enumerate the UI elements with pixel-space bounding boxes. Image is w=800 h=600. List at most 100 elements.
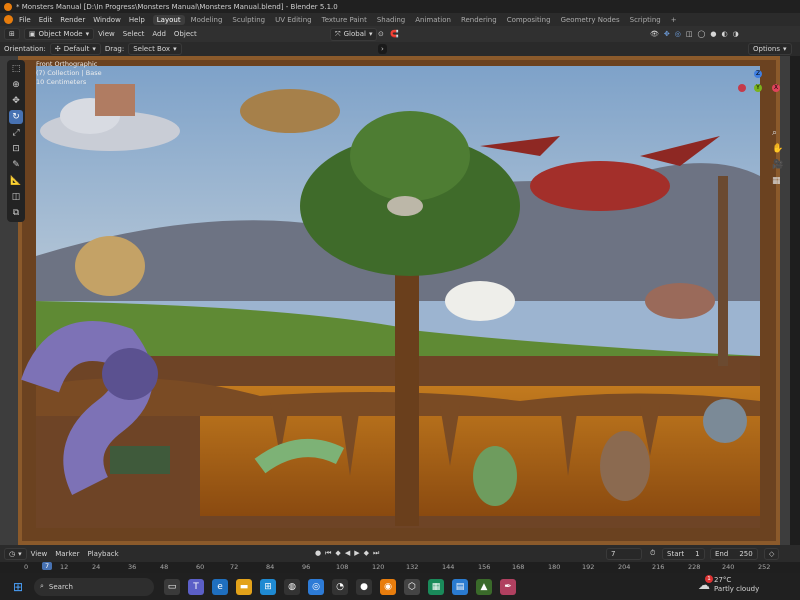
snap-icon[interactable]: 🧲 — [390, 30, 399, 38]
tab-uv-editing[interactable]: UV Editing — [271, 15, 316, 25]
mode-dropdown[interactable]: ▣ Object Mode ▾ — [23, 28, 95, 40]
timeline-menu-view[interactable]: View — [31, 550, 48, 558]
3d-viewport[interactable]: Front Orthographic (7) Collection | Base… — [0, 56, 790, 545]
tab-compositing[interactable]: Compositing — [503, 15, 555, 25]
orientation-dropdown[interactable]: ✣ Default ▾ — [49, 43, 101, 55]
timeline-options-dropdown[interactable]: ◇ — [764, 547, 780, 560]
menu-select[interactable]: Select — [123, 30, 145, 38]
menu-add[interactable]: Add — [152, 30, 166, 38]
timeline-editor-type[interactable]: ◷ ▾ — [4, 547, 27, 560]
gizmo-toggle-icon[interactable]: ✥ — [664, 30, 670, 38]
rotate-tool-icon[interactable]: ↻ — [9, 110, 23, 124]
add-cube-tool-icon[interactable]: ◫ — [9, 190, 23, 204]
next-keyframe-icon[interactable]: ◆ — [364, 549, 369, 558]
spreadsheet-icon[interactable]: ▦ — [428, 578, 444, 595]
annotate-tool-icon[interactable]: ✎ — [9, 158, 23, 172]
transform-tool-icon[interactable]: ⊡ — [9, 142, 23, 156]
options-dropdown[interactable]: Options ▾ — [748, 43, 792, 55]
x-axis-icon[interactable] — [738, 84, 746, 92]
transform-orientation-dropdown[interactable]: ⤧ Global ▾ — [330, 27, 378, 41]
jump-start-icon[interactable]: ⏮ — [325, 549, 331, 558]
tab-modeling[interactable]: Modeling — [187, 15, 227, 25]
menu-view[interactable]: View — [98, 30, 115, 38]
menu-edit[interactable]: Edit — [39, 16, 53, 24]
solid-shading-icon[interactable]: ● — [710, 30, 716, 38]
sphere-icon[interactable]: ● — [356, 578, 372, 595]
edge-icon[interactable]: e — [212, 578, 228, 595]
blender-menu-icon[interactable] — [4, 15, 13, 24]
x-positive-icon[interactable]: X — [772, 84, 780, 92]
pen-app-icon[interactable]: ✒ — [500, 578, 516, 595]
app-icon[interactable]: ◍ — [284, 578, 300, 595]
task-view-icon[interactable]: ▭ — [164, 578, 180, 595]
record-icon[interactable]: ● — [315, 549, 321, 558]
navigation-gizmo[interactable]: Y X Z — [736, 70, 780, 118]
windows-start-icon[interactable]: ⊞ — [10, 579, 26, 595]
tab-layout[interactable]: Layout — [152, 14, 185, 25]
jump-end-icon[interactable]: ⏭ — [373, 549, 379, 558]
camera-icon[interactable]: 🎥 — [772, 160, 783, 170]
menu-file[interactable]: File — [19, 16, 31, 24]
scale-tool-icon[interactable]: ⤢ — [9, 126, 23, 140]
y-axis-icon[interactable]: Y — [754, 84, 762, 92]
menu-render[interactable]: Render — [60, 16, 85, 24]
xray-icon[interactable]: ◫ — [686, 30, 693, 38]
add-workspace-button[interactable]: + — [667, 15, 681, 25]
play-reverse-icon[interactable]: ◀ — [345, 549, 350, 558]
file-explorer-icon[interactable]: ▬ — [236, 578, 252, 595]
drag-dropdown[interactable]: Select Box ▾ — [128, 43, 182, 55]
cursor-tool-icon[interactable]: ⊕ — [9, 78, 23, 92]
pan-hand-icon[interactable]: ✋ — [772, 144, 783, 154]
measure-tool-icon[interactable]: 📐 — [9, 174, 23, 188]
collapse-header-button[interactable]: › — [378, 44, 387, 54]
orientation-value: Default — [63, 45, 90, 53]
prev-keyframe-icon[interactable]: ◆ — [335, 549, 340, 558]
rendered-shading-icon[interactable]: ◑ — [733, 30, 739, 38]
store-icon[interactable]: ⊞ — [260, 578, 276, 595]
tab-geometry-nodes[interactable]: Geometry Nodes — [557, 15, 624, 25]
collection-info: (7) Collection | Base — [36, 69, 102, 77]
gauge-icon[interactable]: ◔ — [332, 578, 348, 595]
tab-rendering[interactable]: Rendering — [457, 15, 501, 25]
playhead[interactable]: 7 — [42, 562, 53, 570]
material-shading-icon[interactable]: ◐ — [721, 30, 727, 38]
blender-taskbar-icon[interactable]: ◉ — [380, 578, 396, 595]
stopwatch-icon[interactable]: ⏱ — [650, 549, 655, 558]
zoom-icon[interactable]: ⌕ — [772, 128, 783, 138]
play-icon[interactable]: ▶ — [354, 549, 359, 558]
visibility-icon[interactable]: 👁 — [650, 30, 659, 38]
red-dragon — [530, 161, 670, 211]
move-tool-icon[interactable]: ✥ — [9, 94, 23, 108]
menu-object[interactable]: Object — [174, 30, 197, 38]
cube-icon[interactable]: ⬡ — [404, 578, 420, 595]
document-icon[interactable]: ▤ — [452, 578, 468, 595]
frame-ruler[interactable]: 0 7 12 24 36 48 60 72 84 96 108 120 132 … — [0, 562, 800, 573]
tab-scripting[interactable]: Scripting — [626, 15, 665, 25]
start-frame-field[interactable]: Start 1 — [662, 547, 705, 560]
globe-icon[interactable]: ◎ — [308, 578, 324, 595]
timeline-menu-marker[interactable]: Marker — [55, 550, 79, 558]
z-axis-icon[interactable]: Z — [754, 70, 762, 78]
view-name: Front Orthographic — [36, 60, 98, 68]
select-box-tool-icon[interactable]: ⬚ — [9, 62, 23, 76]
tab-animation[interactable]: Animation — [411, 15, 455, 25]
pivot-icon[interactable]: ⊙ — [378, 30, 384, 38]
timeline-menu-playback[interactable]: Playback — [87, 550, 118, 558]
menu-help[interactable]: Help — [129, 16, 145, 24]
teams-icon[interactable]: T — [188, 578, 204, 595]
grid-toggle-icon[interactable]: ▦ — [772, 176, 783, 186]
tab-sculpting[interactable]: Sculpting — [228, 15, 269, 25]
current-frame-field[interactable]: 7 — [606, 547, 642, 560]
editor-type-dropdown[interactable]: ⊞ — [4, 28, 20, 40]
overlay-toggle-icon[interactable]: ◎ — [675, 30, 681, 38]
tab-shading[interactable]: Shading — [373, 15, 409, 25]
taskbar-search-box[interactable]: ⌕ Search — [34, 577, 154, 596]
tab-texture-paint[interactable]: Texture Paint — [318, 15, 371, 25]
menu-window[interactable]: Window — [93, 16, 121, 24]
triangle-app-icon[interactable]: ▲ — [476, 578, 492, 595]
sidebar-strip[interactable] — [790, 56, 800, 545]
add-object-tool-icon[interactable]: ⧉ — [9, 206, 23, 220]
wireframe-shading-icon[interactable]: ◯ — [698, 30, 706, 38]
end-frame-field[interactable]: End 250 — [710, 547, 758, 560]
weather-widget[interactable]: ☁ 1 27°C Partly cloudy — [698, 575, 759, 594]
